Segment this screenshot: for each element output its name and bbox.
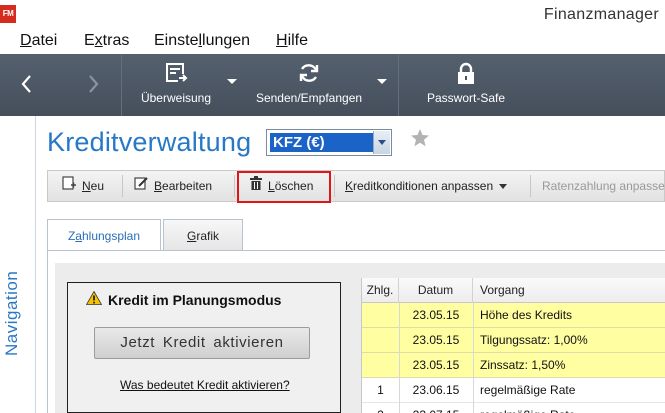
- transfer-icon: [126, 62, 226, 86]
- column-header-datum[interactable]: Datum: [399, 278, 473, 303]
- warning-icon: [85, 290, 103, 308]
- cell-datum: 23.05.15: [412, 333, 460, 347]
- cell-vorgang: regelmäßige Rate: [480, 383, 576, 397]
- cell-datum: 23.07.15: [399, 403, 473, 413]
- adjust-credit-terms-button[interactable]: Kreditkonditionen anpassen: [345, 171, 508, 201]
- navigation-panel[interactable]: Navigation: [0, 116, 36, 413]
- table-row[interactable]: 1 23.06.15 regelmäßige Rate: [362, 378, 665, 403]
- cell-zhlg: [362, 328, 399, 352]
- navigation-label[interactable]: Navigation: [2, 271, 22, 356]
- planning-mode-title: Kredit im Planungsmodus: [85, 290, 281, 310]
- cell-datum: 23.05.15: [412, 358, 460, 372]
- transfer-dropdown-icon[interactable]: [227, 79, 237, 84]
- forward-arrow-icon[interactable]: [86, 71, 100, 103]
- cell-divider: [473, 403, 474, 413]
- menu-hilfe[interactable]: Hilfe: [276, 32, 308, 50]
- toolbar-separator: [398, 54, 399, 116]
- menu-extras[interactable]: Extras: [84, 32, 129, 50]
- cell-datum: 23.06.15: [412, 383, 460, 397]
- sync-icon: [244, 62, 374, 86]
- chevron-down-icon: [499, 184, 508, 190]
- menu-datei[interactable]: Datei: [20, 32, 57, 50]
- table-header: Zhlg. Datum Vorgang: [362, 278, 665, 303]
- cell-vorgang: Höhe des Kredits: [480, 308, 573, 322]
- menu-einstellungen[interactable]: Einstellungen: [154, 32, 250, 50]
- cell-datum: 23.05.15: [412, 308, 460, 322]
- app-logo: FM: [0, 5, 16, 23]
- table-row[interactable]: 223.07.15 regelmäßige Rate: [362, 403, 665, 413]
- tab-grafik[interactable]: Grafik: [163, 219, 243, 251]
- lock-icon: [412, 62, 520, 86]
- password-safe-button[interactable]: Passwort-Safe: [412, 54, 520, 116]
- cell-zhlg: [362, 353, 399, 377]
- new-button[interactable]: Neu: [62, 171, 104, 201]
- highlight-frame: [237, 171, 331, 203]
- send-receive-button[interactable]: Senden/Empfangen: [244, 54, 374, 116]
- cell-zhlg: 1: [377, 383, 384, 397]
- menu-bar: Datei Extras Einstellungen Hilfe: [0, 30, 665, 54]
- table-row[interactable]: 23.05.15 Höhe des Kredits: [362, 303, 665, 328]
- table-row[interactable]: 23.05.15 Tilgungssatz: 1,00%: [362, 328, 665, 353]
- send-receive-dropdown-icon[interactable]: [377, 79, 387, 84]
- page-title: Kreditverwaltung: [47, 127, 252, 157]
- payment-plan-table: Zhlg. Datum Vorgang 23.05.15 Höhe des Kre…: [361, 278, 665, 413]
- cell-divider: [399, 378, 400, 403]
- toolbar-separator: [121, 54, 122, 116]
- cell-vorgang: regelmäßige Rate: [480, 403, 665, 413]
- cell-vorgang: Tilgungssatz: 1,00%: [480, 333, 588, 347]
- account-select-value: KFZ (€): [270, 133, 373, 152]
- main-toolbar: Überweisung Senden/Empfangen Passwort-Sa…: [0, 54, 665, 116]
- cell-divider: [399, 353, 400, 378]
- new-document-icon: [62, 171, 76, 201]
- cell-divider: [473, 378, 474, 403]
- cell-zhlg: 2: [362, 403, 399, 413]
- cell-divider: [473, 303, 474, 328]
- cell-divider: [473, 328, 474, 353]
- window-title: Finanzmanager: [543, 6, 659, 23]
- action-bar: Neu Bearbeiten Löschen Kreditkonditionen…: [47, 170, 665, 202]
- column-header-zhlg[interactable]: Zhlg.: [362, 278, 399, 303]
- cell-divider: [399, 303, 400, 328]
- cell-divider: [399, 328, 400, 353]
- cell-divider: [473, 353, 474, 378]
- title-bar: FM Finanzmanager: [0, 0, 665, 30]
- transfer-button[interactable]: Überweisung: [126, 54, 226, 116]
- favorite-star-icon[interactable]: [410, 128, 430, 154]
- chevron-down-icon[interactable]: [373, 131, 390, 154]
- edit-button[interactable]: Bearbeiten: [134, 171, 212, 201]
- back-arrow-icon[interactable]: [20, 71, 34, 103]
- cell-divider: [399, 403, 400, 413]
- cell-zhlg: [362, 303, 399, 327]
- column-header-vorgang[interactable]: Vorgang: [473, 278, 665, 303]
- tab-zahlungsplan[interactable]: Zahlungsplan: [47, 219, 161, 252]
- cell-vorgang: Zinssatz: 1,50%: [480, 358, 566, 372]
- activate-help-link[interactable]: Was bedeutet Kredit aktivieren?: [120, 378, 290, 392]
- edit-pencil-icon: [134, 171, 148, 201]
- account-select[interactable]: KFZ (€): [266, 129, 392, 156]
- activate-credit-button[interactable]: Jetzt Kredit aktivieren: [94, 327, 310, 359]
- adjust-installment-button[interactable]: Ratenzahlung anpassen: [542, 171, 665, 201]
- table-row[interactable]: 23.05.15 Zinssatz: 1,50%: [362, 353, 665, 378]
